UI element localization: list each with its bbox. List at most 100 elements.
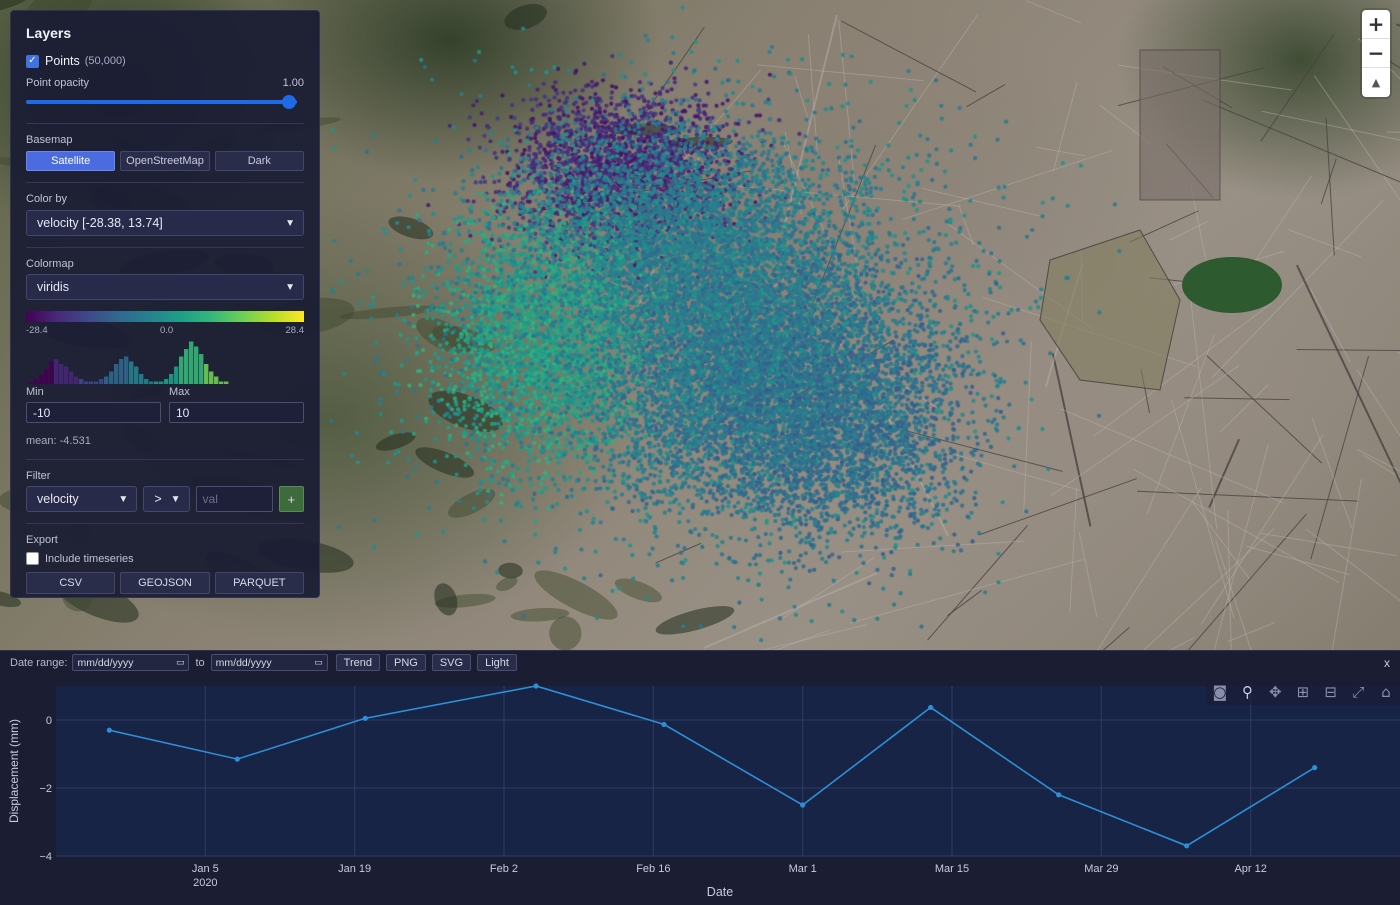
data-point: [234, 756, 240, 762]
histogram-bar: [149, 381, 154, 384]
autoscale-icon[interactable]: ⤢: [1349, 683, 1367, 701]
export-parquet-button[interactable]: PARQUET: [214, 572, 304, 594]
camera-icon[interactable]: ◙: [1211, 683, 1229, 701]
filter-op-select[interactable]: > ▼: [143, 486, 190, 512]
colormap-value: viridis: [37, 280, 69, 294]
histogram-bar: [204, 364, 209, 384]
start-date-input[interactable]: mm/dd/yyyy ▭: [72, 654, 190, 671]
basemap-satellite-button[interactable]: Satellite: [26, 151, 116, 171]
colormap-select[interactable]: viridis ▼: [26, 274, 304, 300]
plot-area: [56, 686, 1400, 856]
divider: [26, 247, 304, 248]
x-tick-label: Apr 12: [1234, 863, 1266, 875]
data-point: [1312, 765, 1318, 771]
map-view[interactable]: + − ▲ Layers ✓ Points (50,000) Point opa…: [0, 0, 1400, 650]
layers-panel: Layers ✓ Points (50,000) Point opacity 1…: [10, 10, 320, 598]
y-tick-label: −2: [39, 783, 52, 795]
histogram-bar: [174, 366, 179, 384]
svg-button[interactable]: SVG: [431, 654, 472, 671]
max-label: Max: [169, 386, 190, 398]
calendar-icon[interactable]: ▭: [176, 657, 185, 668]
histogram-bar: [99, 379, 104, 384]
trend-button[interactable]: Trend: [335, 654, 380, 671]
zoom-icon[interactable]: ⚲: [1239, 683, 1257, 701]
y-tick-label: 0: [46, 715, 52, 727]
filter-field-select[interactable]: velocity ▼: [26, 486, 138, 512]
timeseries-plot[interactable]: Jan 5 2020 Jan 19 Feb 2 Feb 16 Mar 1 Mar 15 Mar…: [0, 674, 1400, 900]
export-csv-button[interactable]: CSV: [26, 572, 116, 594]
histogram-bar: [214, 376, 219, 384]
close-chart-button[interactable]: x: [1384, 656, 1390, 670]
opacity-slider-track: [26, 100, 297, 104]
min-label: Min: [26, 386, 44, 398]
include-timeseries-checkbox[interactable]: [26, 552, 39, 565]
points-count: (50,000): [84, 55, 126, 67]
histogram-bar: [79, 379, 84, 384]
png-button[interactable]: PNG: [386, 654, 426, 671]
histogram-bar: [169, 374, 174, 384]
opacity-slider[interactable]: [26, 95, 304, 109]
light-theme-button[interactable]: Light: [477, 654, 517, 671]
filter-op-value: >: [154, 492, 162, 506]
data-point: [928, 704, 934, 711]
data-point: [362, 715, 368, 721]
basemap-osm-button[interactable]: OpenStreetMap: [120, 151, 210, 171]
histogram-bar: [134, 366, 139, 384]
filter-value-input[interactable]: val: [195, 486, 273, 512]
calendar-icon[interactable]: ▭: [314, 657, 323, 668]
end-date-input[interactable]: mm/dd/yyyy ▭: [210, 654, 328, 671]
plot-modebar: ◙ ⚲ ✥ ⊞ ⊟ ⤢ ⌂: [1206, 679, 1400, 705]
compass-button[interactable]: ▲: [1362, 68, 1390, 97]
min-input[interactable]: -10: [26, 402, 161, 423]
data-point: [106, 727, 112, 733]
histogram-bar: [54, 359, 59, 384]
zoom-in-icon[interactable]: ⊞: [1294, 683, 1312, 701]
color-by-value: velocity [-28.38, 13.74]: [37, 216, 163, 230]
histogram-bar: [29, 381, 34, 384]
colorbar-ticks: -28.4 0.0 28.4: [26, 325, 304, 336]
histogram-bar: [49, 361, 54, 384]
data-point: [533, 683, 539, 689]
max-input[interactable]: 10: [169, 402, 304, 423]
histogram-bar: [179, 356, 184, 384]
to-label: to: [195, 656, 205, 669]
divider: [26, 459, 304, 460]
compass-icon: ▲: [1371, 76, 1381, 89]
histogram-bar: [104, 376, 109, 384]
data-point: [661, 721, 667, 728]
histogram-bar: [124, 356, 129, 384]
points-checkbox[interactable]: ✓: [26, 54, 39, 68]
chevron-down-icon: ▼: [170, 493, 181, 505]
reset-axes-icon[interactable]: ⌂: [1377, 683, 1395, 701]
histogram-bar: [39, 374, 44, 384]
data-point: [1056, 792, 1062, 798]
opacity-label: Point opacity: [26, 77, 89, 89]
color-by-select[interactable]: velocity [-28.38, 13.74] ▼: [26, 210, 304, 236]
histogram-bar: [189, 341, 194, 384]
x-tick-label: Mar 1: [789, 863, 817, 875]
zoom-in-button[interactable]: +: [1362, 10, 1390, 39]
colorbar-tick-max: 28.4: [285, 325, 305, 336]
zoom-out-icon[interactable]: ⊟: [1322, 683, 1340, 701]
opacity-slider-thumb[interactable]: [282, 95, 296, 109]
export-geojson-button[interactable]: GEOJSON: [120, 572, 210, 594]
colorbar-tick-min: -28.4: [26, 325, 48, 336]
opacity-value: 1.00: [282, 77, 304, 89]
histogram-bar: [59, 364, 64, 384]
basemap-dark-button[interactable]: Dark: [214, 151, 304, 171]
x-tick-label: Mar 29: [1084, 863, 1118, 875]
x-tick-label: Jan 5: [192, 863, 219, 875]
chevron-down-icon: ▼: [285, 217, 295, 229]
histogram-bar: [159, 381, 164, 384]
histogram-bar: [109, 371, 114, 384]
histogram-bar: [144, 379, 149, 384]
x-tick-sublabel: 2020: [193, 877, 217, 889]
pan-icon[interactable]: ✥: [1266, 683, 1284, 701]
filter-label: Filter: [26, 470, 51, 482]
histogram-bar: [219, 381, 224, 384]
zoom-out-button[interactable]: −: [1362, 39, 1390, 68]
divider: [26, 123, 304, 124]
add-filter-button[interactable]: +: [278, 486, 304, 512]
include-timeseries-label: Include timeseries: [45, 552, 134, 565]
chevron-down-icon: ▼: [285, 281, 295, 293]
